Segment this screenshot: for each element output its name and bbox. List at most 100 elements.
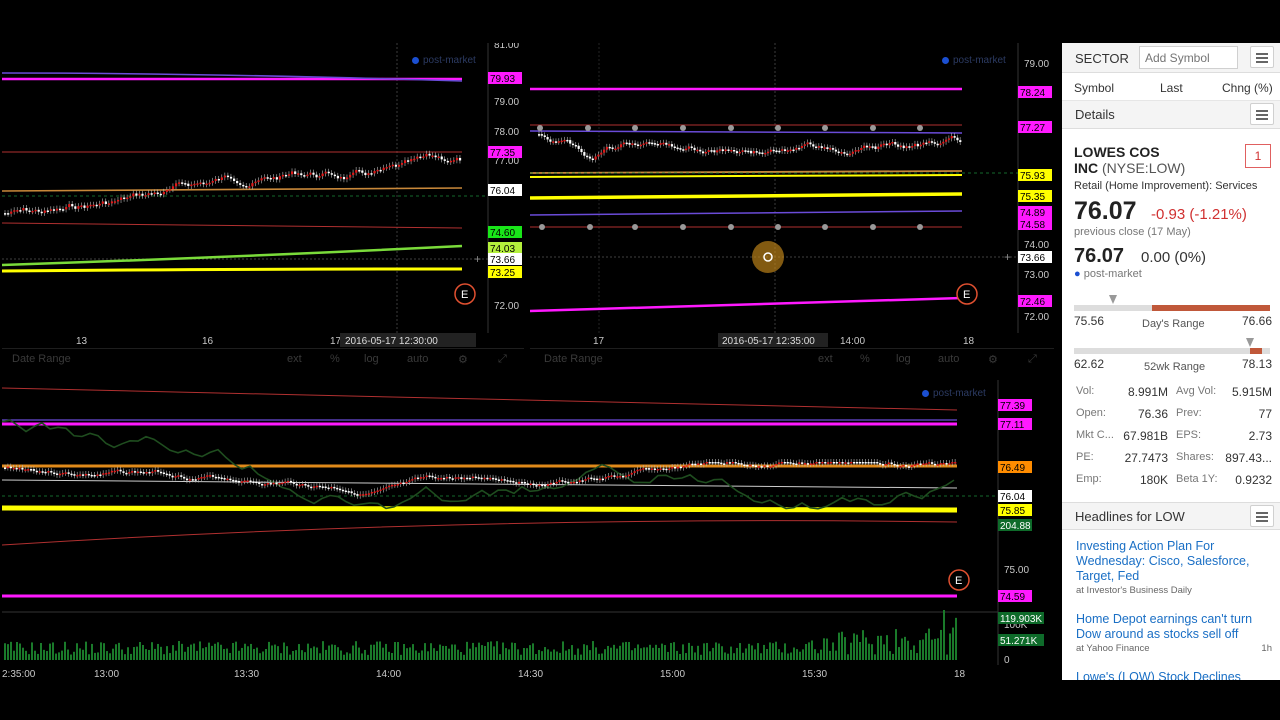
price-candle	[237, 480, 241, 483]
tab-sector[interactable]: SECTOR	[1075, 51, 1129, 66]
chart-top-right[interactable]: 79.00 74.00 73.00 72.00 78.24 77.27 75.93 75.35…	[530, 43, 1054, 348]
column-symbol[interactable]: Symbol	[1074, 81, 1114, 95]
volume-bar	[331, 644, 333, 660]
chart-top-left[interactable]: 81.00 79.00 78.00 77.00 72.00 79.93 77.35 76.04…	[2, 43, 524, 348]
volume-bar	[328, 645, 330, 660]
volume-bar	[721, 646, 723, 660]
menu-icon[interactable]	[1250, 46, 1274, 68]
headlines-menu-icon[interactable]	[1250, 505, 1274, 527]
volume-bar	[136, 646, 138, 660]
price-candle	[775, 150, 778, 153]
details-header: Details	[1062, 101, 1280, 129]
ext-button[interactable]: ext	[287, 353, 302, 365]
volume-bar	[853, 633, 855, 660]
volume-bar	[115, 644, 117, 660]
expand-icon[interactable]: ⤢	[1028, 353, 1037, 366]
price-candle	[786, 150, 789, 152]
auto-button[interactable]: auto	[938, 353, 959, 365]
headline-title[interactable]: Investing Action Plan For	[1076, 539, 1272, 554]
volume-bar	[502, 642, 504, 660]
price-tag: 76.49	[1000, 463, 1025, 474]
price-candle	[341, 489, 345, 492]
price-candle	[373, 170, 376, 174]
settings-icon[interactable]: ⚙	[988, 353, 998, 366]
details-menu-icon[interactable]	[1250, 103, 1274, 125]
pivot-dot	[917, 224, 923, 230]
volume-bar	[667, 651, 669, 660]
headline-item[interactable]: Investing Action Plan For Wednesday: Cisc…	[1076, 539, 1272, 596]
headline-item[interactable]: Lowe's (LOW) Stock Declines	[1076, 670, 1272, 680]
headline-title[interactable]: Lowe's (LOW) Stock Declines	[1076, 670, 1272, 680]
auto-button[interactable]: auto	[407, 353, 428, 365]
price-candle	[861, 462, 864, 464]
percent-button[interactable]: %	[330, 353, 340, 365]
volume-bar	[535, 654, 537, 660]
volume-bar	[220, 644, 222, 660]
volume-bar	[505, 648, 507, 660]
volume-bar	[868, 643, 870, 660]
ext-button[interactable]: ext	[818, 353, 833, 365]
volume-bar	[544, 647, 546, 660]
price-candle	[803, 144, 806, 146]
price-candle	[864, 462, 867, 464]
price-candle	[446, 160, 449, 163]
headline-item[interactable]: Home Depot earnings can't turn Dow around…	[1076, 612, 1272, 654]
price-candle	[211, 475, 215, 477]
price-candle	[725, 462, 729, 464]
headline-title[interactable]: Dow around as stocks sell off	[1076, 627, 1272, 642]
price-candle	[40, 211, 43, 214]
column-change[interactable]: Chng (%)	[1222, 81, 1273, 95]
volume-bar	[952, 627, 954, 660]
chart-top-right-canvas[interactable]: 79.00 74.00 73.00 72.00 78.24 77.27 75.93 75.35…	[530, 43, 1054, 348]
price-candle	[116, 469, 119, 472]
price-candle	[318, 176, 321, 178]
stat-value: 2.73	[1248, 429, 1272, 443]
volume-bar	[814, 649, 816, 660]
settings-icon[interactable]: ⚙	[458, 353, 468, 366]
column-last[interactable]: Last	[1160, 81, 1183, 95]
headline-title[interactable]: Wednesday: Cisco, Salesforce,	[1076, 554, 1272, 569]
chart-bottom-canvas[interactable]: 75.00100K077.3977.1176.4976.0475.85204.8…	[2, 380, 1054, 680]
price-candle	[298, 484, 301, 487]
price-candle	[38, 471, 41, 473]
percent-button[interactable]: %	[860, 353, 870, 365]
alert-badge[interactable]: 1	[1245, 144, 1271, 168]
price-candle	[682, 465, 685, 468]
price-candle	[416, 156, 419, 159]
date-range-button[interactable]: Date Range	[544, 353, 603, 365]
price-candle	[162, 472, 166, 474]
log-button[interactable]: log	[364, 353, 379, 365]
volume-bar	[376, 641, 378, 660]
add-symbol-input[interactable]	[1139, 46, 1238, 69]
expand-icon[interactable]: ⤢	[498, 353, 507, 366]
price-candle	[284, 481, 287, 484]
price-candle	[382, 167, 385, 171]
chart-top-left-canvas[interactable]: 81.0079.0078.0077.0072.0079.9377.3576.04…	[2, 43, 524, 348]
price-candle	[694, 463, 697, 466]
volume-bar	[478, 642, 480, 660]
price-candle	[876, 462, 879, 464]
volume-bar	[685, 653, 687, 660]
price-candle	[871, 146, 874, 148]
price-candle	[440, 156, 443, 160]
price-candle	[605, 146, 609, 150]
time-axis-label: 18	[954, 669, 966, 680]
chart-bottom[interactable]: 75.00 100K 0 77.39 77.11 76.49 76.04 75.85 204.8…	[2, 380, 1054, 680]
price-candle	[800, 145, 804, 149]
headline-title[interactable]: Target, Fed	[1076, 569, 1272, 584]
price-candle	[702, 463, 706, 465]
headline-title[interactable]: Home Depot earnings can't turn	[1076, 612, 1272, 627]
price-candle	[254, 181, 257, 184]
stat-value: 5.915M	[1231, 385, 1272, 399]
volume-bar	[907, 640, 909, 660]
price-tag: 77.27	[1020, 123, 1045, 134]
price-candle	[18, 467, 21, 470]
date-range-button[interactable]: Date Range	[12, 353, 71, 365]
stat-label: Beta 1Y:	[1176, 473, 1218, 485]
volume-bar	[841, 631, 843, 660]
price-candle	[554, 141, 558, 143]
volume-bar	[124, 654, 126, 660]
price-candle	[795, 147, 798, 150]
price-candle	[80, 205, 83, 207]
log-button[interactable]: log	[896, 353, 911, 365]
